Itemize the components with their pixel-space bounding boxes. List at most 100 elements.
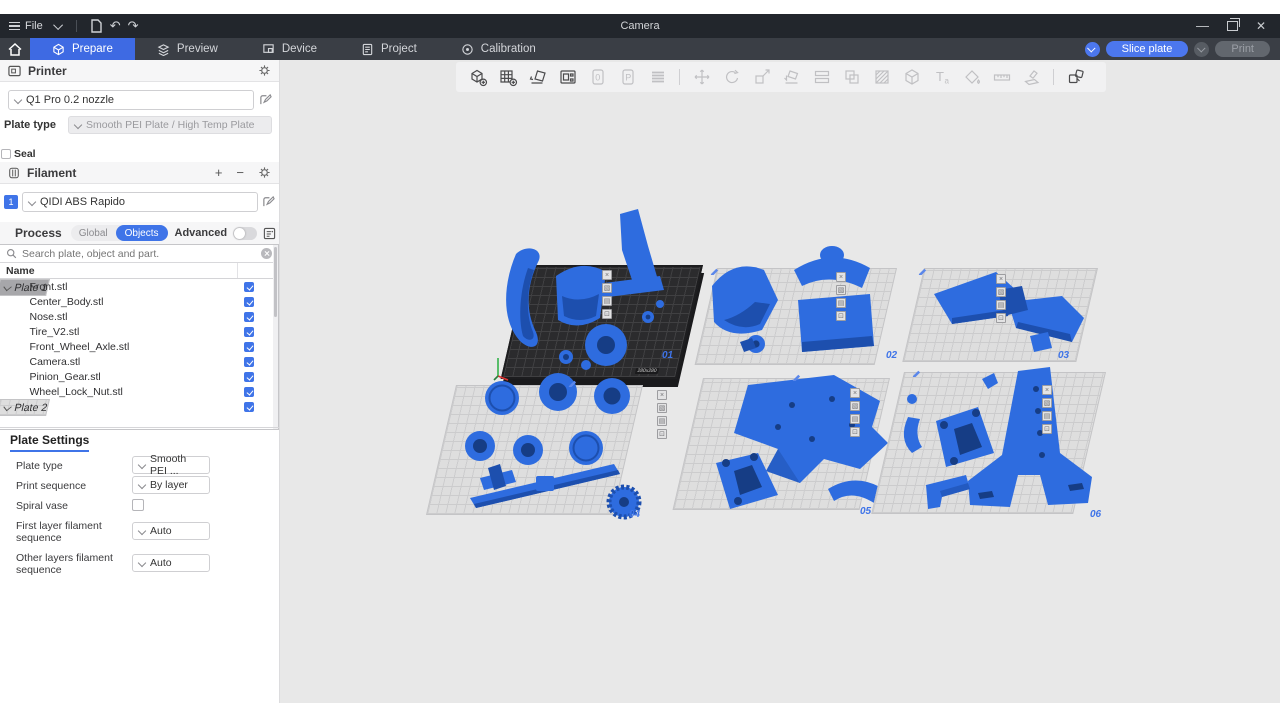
models-plate-5[interactable]: [682, 365, 907, 520]
tree-name-column-header[interactable]: Name: [0, 263, 278, 279]
scope-global-button[interactable]: Global: [71, 228, 116, 239]
add-object-icon[interactable]: [464, 64, 491, 90]
object-tree-row[interactable]: [0, 399, 278, 414]
object-tree-row[interactable]: Nose.stl: [0, 309, 278, 324]
lock-plate-icon[interactable]: ▤: [836, 298, 846, 308]
delete-plate-icon[interactable]: ×: [1042, 385, 1052, 395]
arrange-plate-icon[interactable]: ▧: [1042, 398, 1052, 408]
printer-settings-gear-icon[interactable]: [258, 64, 271, 77]
home-button[interactable]: [0, 38, 30, 60]
lock-plate-icon[interactable]: ▤: [996, 300, 1006, 310]
auto-orient-icon[interactable]: [524, 64, 551, 90]
object-visibility-checkbox[interactable]: [244, 372, 254, 382]
object-tree-scrollbar[interactable]: [273, 245, 278, 429]
lock-plate-icon[interactable]: ▤: [657, 416, 667, 426]
file-menu-button[interactable]: File: [9, 20, 43, 32]
edit-plate-name-icon[interactable]: [918, 266, 927, 275]
scope-objects-button[interactable]: Objects: [116, 225, 168, 241]
edit-filament-icon[interactable]: [262, 195, 275, 208]
edit-plate-name-icon[interactable]: [792, 372, 801, 381]
tab-prepare[interactable]: Prepare: [30, 38, 135, 60]
slice-plate-button[interactable]: Slice plate: [1106, 41, 1189, 57]
lock-plate-icon[interactable]: ▤: [602, 296, 612, 306]
ps-print-sequence-select[interactable]: By layer: [132, 476, 210, 494]
object-tree-row[interactable]: Pinion_Gear.stl: [0, 369, 278, 384]
plate-settings-icon[interactable]: ⊡: [1042, 424, 1052, 434]
plate-6-label[interactable]: 06: [1090, 509, 1101, 520]
print-button[interactable]: Print: [1215, 41, 1270, 57]
arrange-icon[interactable]: [554, 64, 581, 90]
viewport-3d[interactable]: 0 P Ta 280x280: [280, 60, 1280, 703]
edit-plate-name-icon[interactable]: [568, 378, 577, 387]
object-tree-row[interactable]: Front_Wheel_Axle.stl: [0, 339, 278, 354]
models-plate-3[interactable]: [912, 256, 1102, 371]
object-tree-row[interactable]: Wheel_Lock_Nut.stl: [0, 384, 278, 399]
tab-device[interactable]: Device: [240, 38, 339, 60]
undo-button[interactable]: ↶: [110, 18, 121, 34]
plate-settings-icon[interactable]: ⊡: [602, 309, 612, 319]
delete-plate-icon[interactable]: ×: [850, 388, 860, 398]
remove-filament-button[interactable]: −: [236, 165, 244, 180]
printer-preset-select[interactable]: Q1 Pro 0.2 nozzle: [8, 90, 254, 110]
object-visibility-checkbox[interactable]: [244, 327, 254, 337]
plate-settings-icon[interactable]: ⊡: [836, 311, 846, 321]
add-filament-button[interactable]: +: [215, 165, 223, 180]
arrange-plate-icon[interactable]: ▧: [657, 403, 667, 413]
filament-settings-gear-icon[interactable]: [258, 166, 271, 179]
tab-preview[interactable]: Preview: [135, 38, 240, 60]
object-visibility-checkbox[interactable]: [244, 282, 254, 292]
delete-plate-icon[interactable]: ×: [657, 390, 667, 400]
arrange-plate-icon[interactable]: ▧: [602, 283, 612, 293]
save-project-button[interactable]: [90, 19, 103, 33]
search-input[interactable]: [22, 248, 256, 260]
close-button[interactable]: ✕: [1256, 19, 1266, 33]
plate-4-label[interactable]: 04: [629, 509, 640, 520]
plate-settings-icon[interactable]: ⊡: [996, 313, 1006, 323]
delete-plate-icon[interactable]: ×: [996, 274, 1006, 284]
arrange-plate-icon[interactable]: ▧: [996, 287, 1006, 297]
filament-preset-select[interactable]: QIDI ABS Rapido: [22, 192, 258, 212]
restore-button[interactable]: [1227, 21, 1238, 31]
filament-slot-badge[interactable]: 1: [4, 195, 18, 209]
advanced-toggle[interactable]: [233, 227, 257, 240]
plate-settings-icon[interactable]: ⊡: [850, 427, 860, 437]
object-visibility-checkbox[interactable]: [244, 402, 254, 412]
ps-spiral-vase-checkbox[interactable]: [132, 499, 144, 511]
delete-plate-icon[interactable]: ×: [836, 272, 846, 282]
object-tree-row[interactable]: Front.stl: [0, 279, 278, 294]
redo-button[interactable]: ↷: [128, 18, 139, 34]
clear-search-icon[interactable]: [261, 248, 272, 259]
ps-plate-type-select[interactable]: Smooth PEI ...: [132, 456, 210, 474]
models-plate-2[interactable]: [700, 242, 905, 372]
object-visibility-checkbox[interactable]: [244, 312, 254, 322]
plate-5-label[interactable]: 05: [860, 506, 871, 517]
models-plate-4[interactable]: [436, 360, 661, 525]
ps-other-layers-sequence-select[interactable]: Auto: [132, 554, 210, 572]
edit-plate-name-icon[interactable]: [710, 266, 719, 275]
object-visibility-checkbox[interactable]: [244, 357, 254, 367]
seal-checkbox[interactable]: [1, 149, 11, 159]
plate-settings-tab[interactable]: Plate Settings: [10, 433, 89, 452]
models-plate-6[interactable]: [882, 355, 1117, 525]
minimize-button[interactable]: —: [1196, 21, 1209, 31]
object-tree-row[interactable]: Camera.stl: [0, 354, 278, 369]
object-visibility-checkbox[interactable]: [244, 387, 254, 397]
arrange-plate-icon[interactable]: ▧: [836, 285, 846, 295]
plate-1-label[interactable]: 01: [662, 350, 673, 361]
tab-project[interactable]: Project: [339, 38, 439, 60]
add-plate-icon[interactable]: [494, 64, 521, 90]
edit-printer-icon[interactable]: [259, 93, 272, 106]
object-tree-row[interactable]: Tire_V2.stl: [0, 324, 278, 339]
arrange-plate-icon[interactable]: ▧: [850, 401, 860, 411]
object-tree-row[interactable]: Center_Body.stl: [0, 294, 278, 309]
delete-plate-icon[interactable]: ×: [602, 270, 612, 280]
lock-plate-icon[interactable]: ▤: [1042, 411, 1052, 421]
print-options-chevron[interactable]: [1194, 42, 1209, 57]
parameter-list-icon[interactable]: [263, 227, 276, 240]
object-visibility-checkbox[interactable]: [244, 297, 254, 307]
tab-calibration[interactable]: Calibration: [439, 38, 558, 60]
slice-options-chevron[interactable]: [1085, 42, 1100, 57]
plate-settings-icon[interactable]: ⊡: [657, 429, 667, 439]
file-menu-chevron-icon[interactable]: [53, 20, 63, 30]
assembly-view-icon[interactable]: [1062, 64, 1089, 90]
